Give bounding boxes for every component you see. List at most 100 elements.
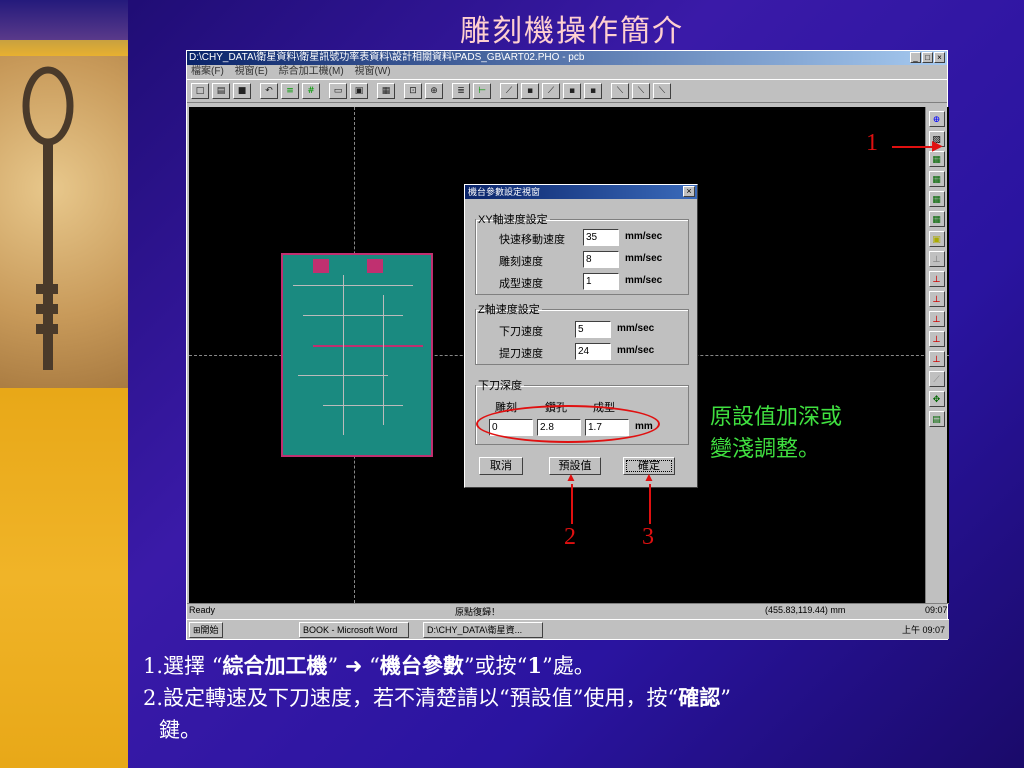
z-up-label: 提刀速度 xyxy=(499,348,543,360)
ruler-icon[interactable]: ≣ xyxy=(452,83,470,99)
tool2-icon[interactable]: ⟍ xyxy=(632,83,650,99)
arrow-3 xyxy=(649,484,651,524)
note-line-2: 變淺調整。 xyxy=(710,437,821,462)
drill3-icon[interactable]: ⟋ xyxy=(542,83,560,99)
task-word[interactable]: BOOK - Microsoft Word xyxy=(299,622,409,638)
drill4-icon[interactable]: ▪ xyxy=(563,83,581,99)
arrow-2 xyxy=(571,484,573,524)
callout-3: 3 xyxy=(642,524,654,550)
rect-icon[interactable]: ▭ xyxy=(329,83,347,99)
tool-f-icon[interactable]: ⊥ xyxy=(928,251,945,267)
start-button[interactable]: ⊞開始 xyxy=(189,622,223,638)
callout-2: 2 xyxy=(564,524,576,550)
minimize-button[interactable]: _ xyxy=(910,52,921,63)
xy-fast-unit: mm/sec xyxy=(625,231,663,242)
xy-engrave-input[interactable]: 8 xyxy=(583,251,619,268)
menu-file[interactable]: 檔案(F) xyxy=(191,66,224,77)
tool-k-icon[interactable]: ⊥ xyxy=(928,351,945,367)
status-message: 原點復歸！ xyxy=(455,607,501,617)
key-image xyxy=(0,56,128,388)
right-toolbar: ⊕ ▧ ▦ ▦ ▦ ▦ ▣ ⊥ ⊥ ⊥ ⊥ ⊥ ⊥ ⟋ ✥ ▤ xyxy=(925,107,947,603)
z-down-input[interactable]: 5 xyxy=(575,321,611,338)
toolbar: □ ▤ ■ ↶ ≡ # ▭ ▣ ▦ ⊡ ⊕ ≣ ⊢ ⟋ ▪ ⟋ ▪ ▪ ⟍ ⟍ … xyxy=(187,79,947,103)
misc-icon[interactable]: ▤ xyxy=(928,411,945,427)
arrow-3-head-icon: ▲ xyxy=(643,470,655,484)
dialog-titlebar: 機台參數設定視窗 × xyxy=(465,185,697,199)
tool-h-icon[interactable]: ⊥ xyxy=(928,291,945,307)
calc-icon[interactable]: ▦ xyxy=(377,83,395,99)
tool-e-icon[interactable]: ▣ xyxy=(928,231,945,247)
xy-fast-label: 快速移動速度 xyxy=(499,234,565,246)
key-icon xyxy=(22,66,74,370)
task-app[interactable]: D:\CHY_DATA\衛星資... xyxy=(423,622,543,638)
taskbar-clock: 上午 09:07 xyxy=(901,625,945,635)
note-text: 原設值加深或 變淺調整。 xyxy=(710,402,842,466)
instruction-1: 1.選擇 “綜合加工機” ➜ “機台參數”或按“1”處。 xyxy=(143,653,595,678)
xy-form-label: 成型速度 xyxy=(499,278,543,290)
tool3-icon[interactable]: ⟍ xyxy=(653,83,671,99)
grid-icon[interactable]: # xyxy=(302,83,320,99)
depth-group-label: 下刀深度 xyxy=(478,380,522,392)
window-title: D:\CHY_DATA\衛星資料\衛星訊號功率表資料\設計相關資料\PADS_G… xyxy=(189,52,585,63)
xy-form-unit: mm/sec xyxy=(625,275,663,286)
callout-1: 1 xyxy=(866,130,878,156)
layer-icon[interactable]: ≡ xyxy=(281,83,299,99)
slide-title: 雕刻機操作簡介 xyxy=(460,14,684,49)
menu-machine[interactable]: 綜合加工機(M) xyxy=(279,66,344,77)
tool-b-icon[interactable]: ▦ xyxy=(928,171,945,187)
menu-window[interactable]: 視窗(W) xyxy=(354,66,390,77)
xy-fast-input[interactable]: 35 xyxy=(583,229,619,246)
pcb-board xyxy=(281,253,433,457)
new-icon[interactable]: □ xyxy=(191,83,209,99)
z-down-label: 下刀速度 xyxy=(499,326,543,338)
instruction-2-cont: 鍵。 xyxy=(159,718,201,742)
rect2-icon[interactable]: ▣ xyxy=(350,83,368,99)
zoom-icon[interactable]: ⊡ xyxy=(404,83,422,99)
xy-engrave-label: 雕刻速度 xyxy=(499,256,543,268)
z-up-unit: mm/sec xyxy=(617,345,655,356)
cancel-button[interactable]: 取消 xyxy=(479,457,523,475)
status-coords: (455.83,119.44) mm xyxy=(765,605,846,615)
tool-g-icon[interactable]: ⊥ xyxy=(928,271,945,287)
tool-icon[interactable]: ⟍ xyxy=(611,83,629,99)
highlight-oval xyxy=(476,405,660,443)
tool-i-icon[interactable]: ⊥ xyxy=(928,311,945,327)
status-bar: Ready 原點復歸！ (455.83,119.44) mm 09:07 xyxy=(187,603,949,617)
home-icon[interactable]: ⊕ xyxy=(928,111,945,127)
tool-d-icon[interactable]: ▦ xyxy=(928,211,945,227)
measure-icon[interactable]: ⊢ xyxy=(473,83,491,99)
maximize-button[interactable]: □ xyxy=(922,52,933,63)
left-lower-band xyxy=(0,388,128,768)
undo-icon[interactable]: ↶ xyxy=(260,83,278,99)
instructions: 1.選擇 “綜合加工機” ➜ “機台參數”或按“1”處。 2.設定轉速及下刀速度… xyxy=(143,650,1023,746)
tool-c-icon[interactable]: ▦ xyxy=(928,191,945,207)
instruction-2: 2.設定轉速及下刀速度，若不清楚請以“預設值”使用，按“確認” xyxy=(143,685,731,710)
status-ready: Ready xyxy=(189,605,216,615)
dialog-title: 機台參數設定視窗 xyxy=(468,187,541,197)
xy-engrave-unit: mm/sec xyxy=(625,253,663,264)
close-button[interactable]: × xyxy=(934,52,945,63)
dialog-close-button[interactable]: × xyxy=(683,186,695,197)
menu-bar: 檔案(F) 視窗(E) 綜合加工機(M) 視窗(W) xyxy=(187,65,947,79)
menu-view[interactable]: 視窗(E) xyxy=(235,66,268,77)
open-icon[interactable]: ▤ xyxy=(212,83,230,99)
zoom2-icon[interactable]: ⊕ xyxy=(425,83,443,99)
move-icon[interactable]: ✥ xyxy=(928,391,945,407)
tool-l-icon[interactable]: ⟋ xyxy=(928,371,945,387)
tool-j-icon[interactable]: ⊥ xyxy=(928,331,945,347)
drill5-icon[interactable]: ▪ xyxy=(584,83,602,99)
xy-form-input[interactable]: 1 xyxy=(583,273,619,290)
taskbar: ⊞開始 BOOK - Microsoft Word D:\CHY_DATA\衛星… xyxy=(187,619,949,639)
arrow-1-head-icon: ▶ xyxy=(932,139,943,154)
drill2-icon[interactable]: ▪ xyxy=(521,83,539,99)
window-titlebar: D:\CHY_DATA\衛星資料\衛星訊號功率表資料\設計相關資料\PADS_G… xyxy=(187,51,947,65)
save-icon[interactable]: ■ xyxy=(233,83,251,99)
note-line-1: 原設值加深或 xyxy=(710,405,843,430)
xy-group-label: XY軸速度設定 xyxy=(478,214,548,226)
z-up-input[interactable]: 24 xyxy=(575,343,611,360)
drill-icon[interactable]: ⟋ xyxy=(500,83,518,99)
arrow-2-head-icon: ▲ xyxy=(565,470,577,484)
z-down-unit: mm/sec xyxy=(617,323,655,334)
z-group-label: Z軸速度設定 xyxy=(478,304,540,316)
status-time: 09:07 xyxy=(925,605,948,615)
